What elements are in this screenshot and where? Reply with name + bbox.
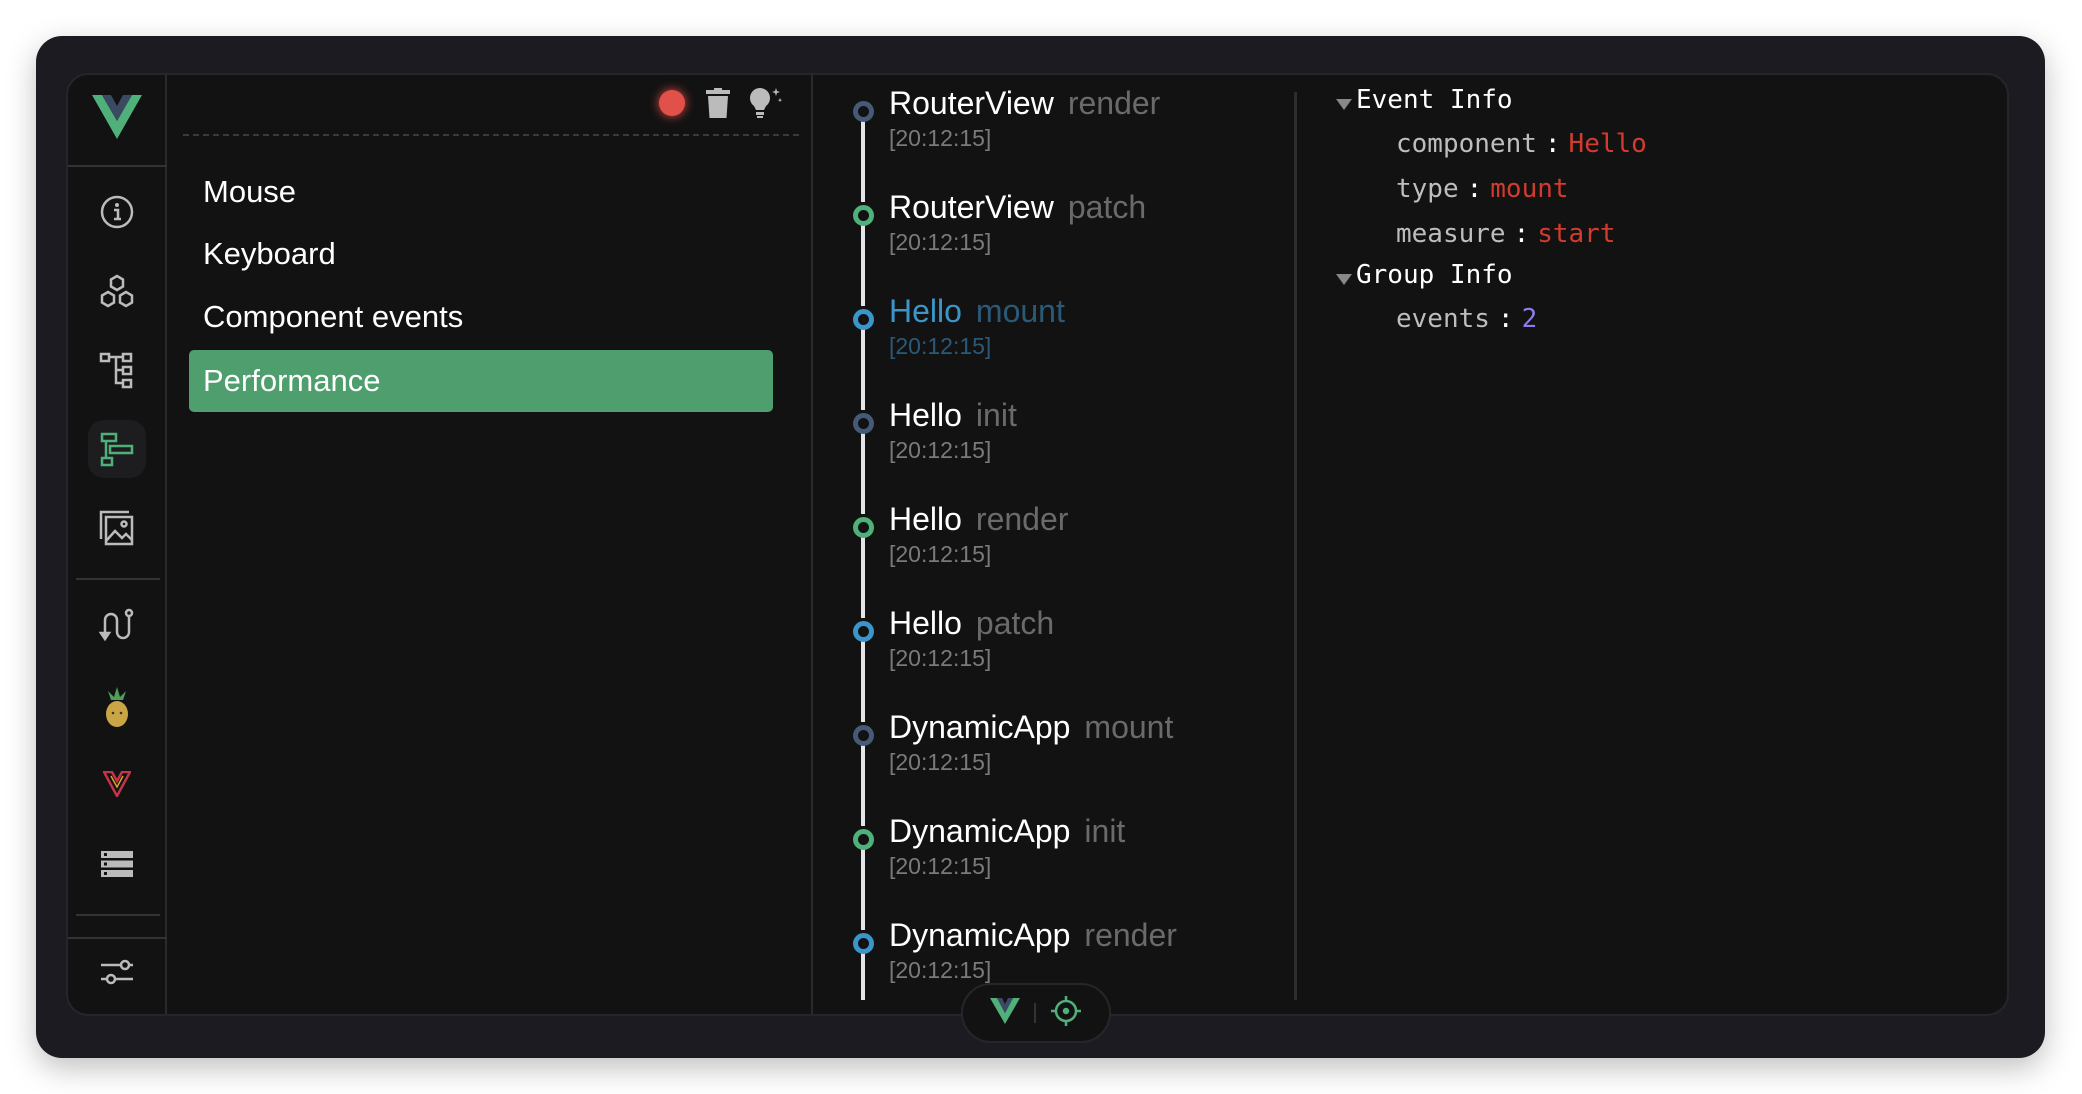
layer-performance[interactable]: Performance [189, 350, 773, 412]
timeline-event[interactable]: DynamicApp init [889, 813, 1125, 850]
event-name: RouterView [889, 85, 1054, 121]
event-timeline[interactable]: RouterView render [20:12:15] RouterView patc… [813, 75, 1294, 1000]
timeline-connector [861, 221, 865, 306]
router-icon[interactable] [88, 597, 146, 655]
timeline-connector [861, 325, 865, 410]
timeline-connector [861, 949, 865, 1000]
event-timestamp: [20:12:15] [889, 645, 992, 671]
event-timestamp: [20:12:15] [889, 957, 992, 983]
caret-down-icon[interactable] [1336, 99, 1352, 110]
trash-icon [706, 88, 730, 118]
timeline-icon[interactable] [88, 420, 146, 478]
timeline-node[interactable] [853, 413, 874, 434]
event-timestamp: [20:12:15] [889, 853, 992, 879]
tree-icon[interactable] [88, 341, 146, 399]
event-name: RouterView [889, 189, 1054, 225]
event-type: patch [975, 605, 1055, 641]
field-component: component: Hello [1396, 129, 1647, 159]
settings-sliders-icon[interactable] [88, 943, 146, 1001]
timeline-node[interactable] [853, 829, 874, 850]
event-type: render [975, 501, 1069, 537]
timeline-connector [861, 637, 865, 722]
sidebar [68, 75, 167, 1014]
vue-logo [92, 95, 142, 144]
timeline-event[interactable]: Hello patch [889, 605, 1054, 642]
floating-devtools-pill [961, 983, 1111, 1043]
components-icon[interactable] [88, 263, 146, 321]
event-timestamp: [20:12:15] [889, 125, 992, 151]
event-timestamp: [20:12:15] [889, 333, 992, 359]
timeline-node[interactable] [853, 205, 874, 226]
timeline-node[interactable] [853, 309, 874, 330]
event-type: mount [1084, 709, 1174, 745]
timeline-connector [861, 845, 865, 930]
event-name: Hello [889, 397, 962, 433]
event-info-header[interactable]: Event Info [1356, 85, 1513, 115]
panel-divider[interactable] [1294, 92, 1297, 1000]
layers-panel: Mouse Keyboard Component events Performa… [167, 75, 813, 1014]
field-type: type: mount [1396, 174, 1569, 204]
event-name: Hello [889, 605, 962, 641]
timeline-connector [861, 429, 865, 514]
caret-down-icon[interactable] [1336, 274, 1352, 285]
event-name: Hello [889, 501, 962, 537]
layer-keyboard[interactable]: Keyboard [189, 223, 773, 285]
event-timestamp: [20:12:15] [889, 749, 992, 775]
timeline-event[interactable]: RouterView render [889, 85, 1160, 122]
timeline-connector [861, 117, 865, 202]
event-type: init [975, 397, 1017, 433]
inspect-target-icon[interactable] [1050, 995, 1082, 1032]
timeline-event[interactable]: Hello mount [889, 293, 1065, 330]
event-timestamp: [20:12:15] [889, 437, 992, 463]
event-type: render [1067, 85, 1161, 121]
field-measure: measure: start [1396, 219, 1616, 249]
event-timestamp: [20:12:15] [889, 541, 992, 567]
clear-button[interactable] [700, 85, 736, 121]
pinia-icon[interactable] [88, 678, 146, 736]
timeline-event[interactable]: DynamicApp mount [889, 709, 1173, 746]
layer-component-events[interactable]: Component events [189, 286, 773, 348]
info-icon[interactable] [88, 183, 146, 241]
timeline-event[interactable]: Hello render [889, 501, 1068, 538]
timeline-node[interactable] [853, 725, 874, 746]
group-info-header[interactable]: Group Info [1356, 260, 1513, 290]
timeline-event[interactable]: DynamicApp render [889, 917, 1177, 954]
event-name: Hello [889, 293, 962, 329]
vue-plugin-icon[interactable] [88, 755, 146, 813]
tips-button[interactable] [747, 85, 783, 121]
event-name: DynamicApp [889, 813, 1071, 849]
toolbar-divider [183, 134, 799, 136]
timeline-node[interactable] [853, 621, 874, 642]
record-button[interactable] [654, 85, 690, 121]
timeline-node[interactable] [853, 101, 874, 122]
event-type: render [1084, 917, 1177, 953]
vue-logo-button[interactable] [990, 997, 1020, 1029]
layer-mouse[interactable]: Mouse [189, 161, 773, 223]
event-type: init [1084, 813, 1126, 849]
timeline-connector [861, 741, 865, 826]
timeline-node[interactable] [853, 517, 874, 538]
event-type: mount [975, 293, 1065, 329]
event-name: DynamicApp [889, 709, 1071, 745]
event-name: DynamicApp [889, 917, 1071, 953]
assets-icon[interactable] [88, 499, 146, 557]
event-type: patch [1067, 189, 1147, 225]
timeline-node[interactable] [853, 933, 874, 954]
event-timestamp: [20:12:15] [889, 229, 992, 255]
timeline-event[interactable]: Hello init [889, 397, 1017, 434]
record-icon [659, 90, 685, 116]
timeline-event[interactable]: RouterView patch [889, 189, 1146, 226]
field-events: events:2 [1396, 304, 1538, 334]
storage-icon[interactable] [88, 835, 146, 893]
lightbulb-icon [750, 88, 783, 118]
timeline-connector [861, 533, 865, 618]
pill-divider [1034, 1003, 1036, 1023]
devtools-panel: Mouse Keyboard Component events Performa… [66, 73, 2009, 1016]
